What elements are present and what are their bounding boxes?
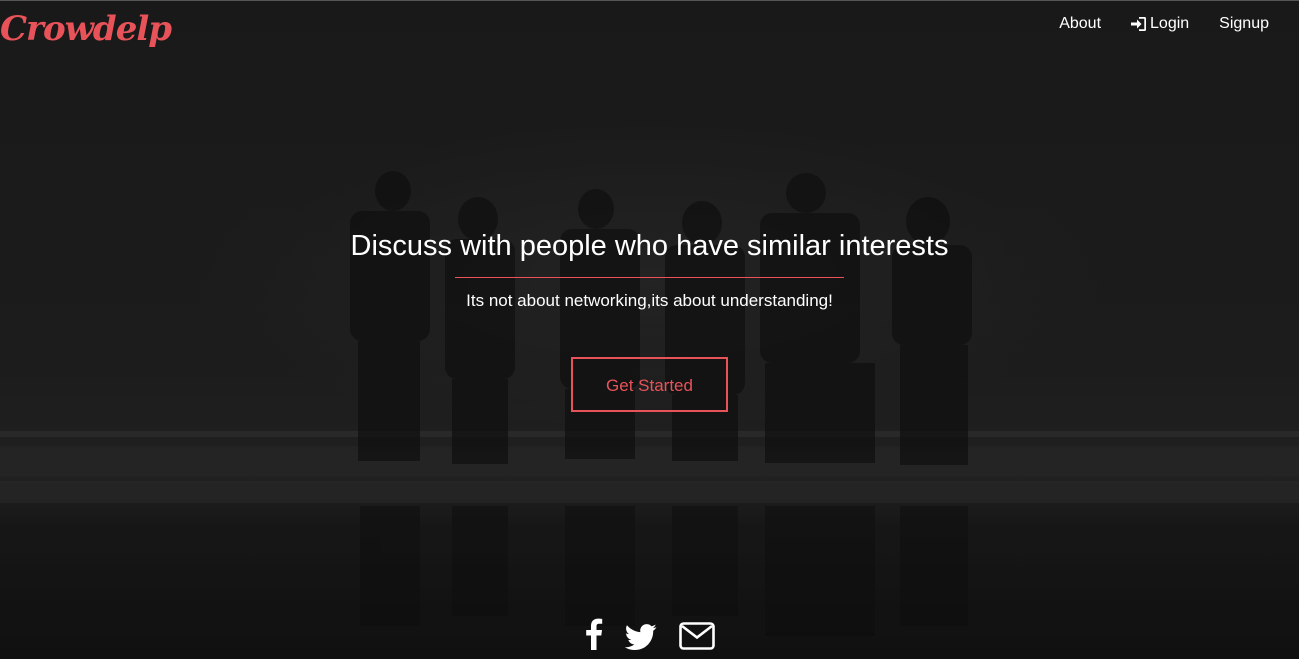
hero-subline: Its not about networking,its about under… [466, 291, 833, 310]
social-links [0, 618, 1299, 650]
nav-about-link[interactable]: About [1059, 15, 1101, 33]
facebook-icon[interactable] [585, 618, 603, 650]
top-nav: About Login Signup [1059, 15, 1269, 33]
twitter-icon[interactable] [624, 624, 657, 650]
nav-signup-link[interactable]: Signup [1219, 15, 1269, 33]
nav-about-label: About [1059, 15, 1102, 32]
hero-headline: Discuss with people who have similar int… [350, 230, 949, 262]
landing-page: Crowdelp About Login Signup Discuss with… [0, 0, 1299, 659]
envelope-icon[interactable] [678, 622, 715, 650]
brand-logo[interactable]: Crowdelp [0, 9, 172, 49]
sign-in-icon [1131, 17, 1147, 31]
nav-login-label: Login [1150, 15, 1190, 32]
hero-section: Discuss with people who have similar int… [0, 229, 1299, 412]
nav-signup-label: Signup [1219, 15, 1269, 32]
get-started-button[interactable]: Get Started [571, 357, 728, 412]
nav-login-link[interactable]: Login [1131, 15, 1189, 33]
hero-divider [455, 277, 844, 278]
